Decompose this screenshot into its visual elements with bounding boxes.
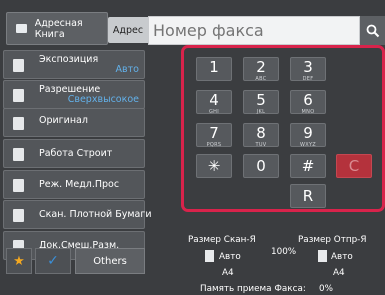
key-7[interactable]: 7 PQRS xyxy=(196,123,232,148)
setting-original[interactable]: Оригинал xyxy=(3,108,145,137)
scan-mode: Авто xyxy=(219,252,241,262)
key-4[interactable]: 4 GHI xyxy=(196,90,232,115)
resolution-icon xyxy=(13,89,24,102)
key-6[interactable]: 6 MNO xyxy=(290,90,326,115)
fax-number-input[interactable] xyxy=(148,16,360,45)
fax-memory-value: 0% xyxy=(319,284,333,294)
scale-ratio: 100% xyxy=(271,247,297,257)
others-button[interactable]: Others xyxy=(75,248,145,274)
setting-slow-scan[interactable]: Реж. Медл.Прос xyxy=(3,170,145,199)
build-job-icon xyxy=(13,148,24,161)
scan-document-icon xyxy=(205,250,214,262)
setting-name: Оригинал xyxy=(39,115,88,126)
send-document-icon xyxy=(318,250,327,262)
setting-name: Экспозиция xyxy=(39,54,99,65)
key-9[interactable]: 9 WXYZ xyxy=(290,123,326,148)
send-size-label: Размер Отпр-Я xyxy=(298,235,367,245)
setting-value: Сверхвысокое xyxy=(67,94,139,105)
send-paper-size: A4 xyxy=(333,268,345,278)
address-book-icon xyxy=(16,24,27,33)
key-3[interactable]: 3 DEF xyxy=(290,57,326,82)
slow-scan-icon xyxy=(13,179,24,192)
scan-info-panel: Размер Скан-Я Размер Отпр-Я Авто 100% Ав… xyxy=(188,232,385,295)
check-button[interactable]: ✓ xyxy=(35,248,71,274)
address-book-label: Адресная Книга xyxy=(34,17,83,40)
key-asterisk[interactable]: ✳ xyxy=(196,154,232,178)
address-label: Адрес xyxy=(108,17,148,43)
send-mode: Авто xyxy=(331,252,353,262)
scan-paper-size: A4 xyxy=(222,268,234,278)
asterisk-icon: ✳ xyxy=(207,157,221,175)
key-redial[interactable]: R xyxy=(290,184,326,208)
key-1[interactable]: 1 xyxy=(196,57,232,81)
key-hash[interactable]: # xyxy=(290,154,326,178)
address-book-button[interactable]: Адресная Книга xyxy=(6,12,108,45)
setting-exposure[interactable]: Экспозиция Авто xyxy=(3,50,145,79)
check-icon: ✓ xyxy=(47,253,59,269)
search-icon xyxy=(366,24,379,37)
setting-name: Реж. Медл.Прос xyxy=(39,179,120,190)
scan-size-label: Размер Скан-Я xyxy=(188,235,256,245)
key-8[interactable]: 8 TUV xyxy=(243,123,279,148)
setting-value: Авто xyxy=(115,64,139,75)
setting-name: Скан. Плотной Бумаги xyxy=(39,209,152,220)
setting-resolution[interactable]: Разрешение Сверхвысокое xyxy=(3,80,145,109)
exposure-icon xyxy=(13,59,24,72)
favorite-button[interactable]: ★ xyxy=(6,248,32,274)
setting-thick-paper-scan[interactable]: Скан. Плотной Бумаги xyxy=(3,200,152,229)
key-clear[interactable]: C xyxy=(336,154,372,178)
search-button[interactable] xyxy=(360,16,385,45)
setting-build-job[interactable]: Работа Строит xyxy=(3,139,145,168)
star-icon: ★ xyxy=(13,253,25,269)
key-5[interactable]: 5 JKL xyxy=(243,90,279,115)
key-0[interactable]: 0 xyxy=(243,154,279,178)
original-icon xyxy=(13,117,24,130)
setting-name: Работа Строит xyxy=(39,148,113,159)
fax-memory-label: Память приема Факса: xyxy=(200,284,306,294)
key-2[interactable]: 2 ABC xyxy=(243,57,279,82)
thick-paper-icon xyxy=(13,209,24,222)
